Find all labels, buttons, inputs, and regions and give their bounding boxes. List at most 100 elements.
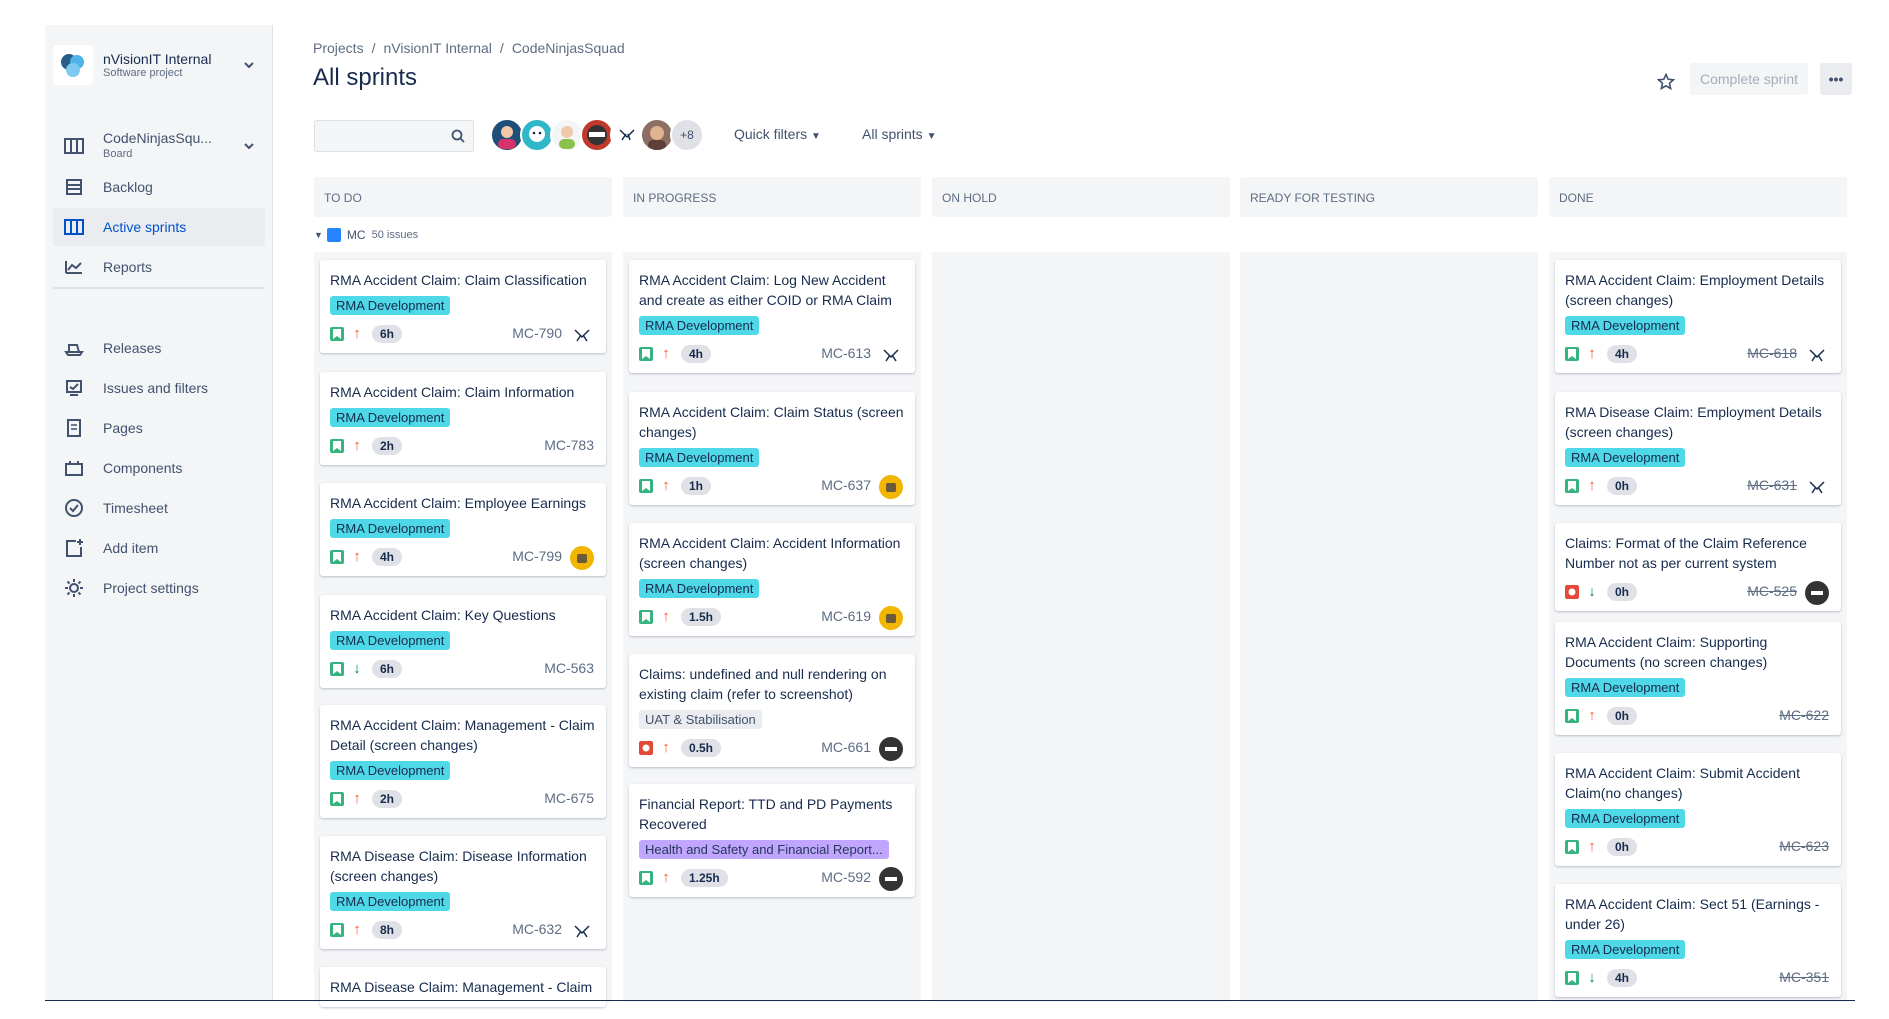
story-icon	[1565, 709, 1579, 723]
issue-card[interactable]: RMA Disease Claim: Management - Claim	[320, 967, 606, 1007]
issue-card[interactable]: RMA Accident Claim: Claim Classification…	[320, 260, 606, 353]
issue-card[interactable]: RMA Accident Claim: Claim Status (screen…	[629, 392, 915, 505]
issue-card[interactable]: Financial Report: TTD and PD Payments Re…	[629, 784, 915, 897]
issue-card[interactable]: RMA Accident Claim: Claim Information RM…	[320, 372, 606, 465]
board-name: CodeNinjasSqu...	[103, 130, 212, 146]
breadcrumb: Projects / nVisionIT Internal / CodeNinjasSq…	[313, 40, 625, 56]
issue-key[interactable]: MC-619	[821, 608, 871, 624]
issue-card[interactable]: RMA Accident Claim: Sect 51 (Earnings - …	[1555, 884, 1841, 997]
issue-key[interactable]: MC-661	[821, 739, 871, 755]
issue-key[interactable]: MC-613	[821, 345, 871, 361]
breadcrumb-board[interactable]: CodeNinjasSquad	[512, 40, 625, 56]
issue-key[interactable]: MC-622	[1779, 707, 1829, 723]
sidebar-item-project-settings[interactable]: Project settings	[53, 569, 265, 607]
issue-card[interactable]: RMA Accident Claim: Management - Claim D…	[320, 705, 606, 818]
avatar[interactable]	[490, 118, 524, 152]
issue-card[interactable]: RMA Accident Claim: Key Questions RMA De…	[320, 595, 606, 688]
issue-key[interactable]: MC-351	[1779, 969, 1829, 985]
card-title: Claims: Format of the Claim Reference Nu…	[1565, 535, 1807, 571]
avatar-more[interactable]: +8	[670, 118, 704, 152]
all-sprints-dropdown[interactable]: All sprints ▼	[862, 126, 936, 142]
estimate-badge: 4h	[1607, 969, 1638, 987]
estimate-badge: 1h	[681, 477, 712, 495]
avatar[interactable]	[520, 118, 554, 152]
issue-key[interactable]: MC-799	[512, 548, 562, 564]
gear-icon	[63, 577, 85, 599]
sidebar-item-reports[interactable]: Reports	[53, 248, 265, 286]
sidebar-item-issues[interactable]: Issues and filters	[53, 369, 265, 407]
issue-key[interactable]: MC-632	[512, 921, 562, 937]
story-icon	[1565, 347, 1579, 361]
sidebar-item-releases[interactable]: Releases	[53, 329, 265, 367]
avatar[interactable]	[879, 867, 903, 891]
avatar[interactable]	[1805, 475, 1829, 499]
issue-card[interactable]: RMA Accident Claim: Accident Information…	[629, 523, 915, 636]
avatar[interactable]	[570, 546, 594, 570]
card-title: RMA Accident Claim: Supporting Documents…	[1565, 634, 1768, 670]
sidebar-item-pages[interactable]: Pages	[53, 409, 265, 447]
more-options-icon[interactable]: •••	[1820, 63, 1852, 95]
swimlane-header[interactable]: ▼ MC 50 issues	[314, 228, 418, 242]
star-icon[interactable]	[1654, 70, 1678, 94]
estimate-badge: 0h	[1607, 707, 1638, 725]
issue-card[interactable]: RMA Disease Claim: Disease Information (…	[320, 836, 606, 949]
issue-key[interactable]: MC-637	[821, 477, 871, 493]
sidebar-item-label: Add item	[103, 540, 159, 556]
card-title: Claims: undefined and null rendering on …	[639, 666, 887, 702]
issue-card[interactable]: Claims: undefined and null rendering on …	[629, 654, 915, 767]
avatar[interactable]	[879, 343, 903, 367]
story-icon	[1565, 479, 1579, 493]
avatar[interactable]	[550, 118, 584, 152]
quick-filters-dropdown[interactable]: Quick filters ▼	[734, 126, 821, 142]
sidebar-item-components[interactable]: Components	[53, 449, 265, 487]
priority-low-icon: ↓	[1588, 969, 1596, 986]
priority-high-icon: ↑	[1588, 838, 1596, 855]
sidebar-item-backlog[interactable]: Backlog	[53, 168, 265, 206]
card-title: RMA Accident Claim: Key Questions	[330, 607, 556, 623]
board-switcher[interactable]: CodeNinjasSqu... Board	[53, 127, 265, 165]
complete-sprint-button[interactable]: Complete sprint	[1690, 63, 1808, 95]
avatar[interactable]	[610, 118, 644, 152]
card-label: RMA Development	[1565, 809, 1686, 828]
search-input[interactable]	[314, 120, 474, 152]
issue-key[interactable]: MC-783	[544, 437, 594, 453]
issue-key[interactable]: MC-525	[1747, 583, 1797, 599]
breadcrumb-project[interactable]: nVisionIT Internal	[383, 40, 491, 56]
chevron-down-icon[interactable]	[241, 57, 257, 73]
issue-key[interactable]: MC-563	[544, 660, 594, 676]
sidebar: nVisionIT Internal Software project Code…	[45, 25, 273, 1000]
issue-key[interactable]: MC-592	[821, 869, 871, 885]
avatar[interactable]	[580, 118, 614, 152]
issue-card[interactable]: RMA Accident Claim: Employee Earnings RM…	[320, 483, 606, 576]
card-label: RMA Development	[1565, 678, 1686, 697]
sidebar-item-add-item[interactable]: Add item	[53, 529, 265, 567]
avatar[interactable]	[879, 475, 903, 499]
chevron-down-icon[interactable]	[241, 138, 257, 154]
sidebar-item-label: Releases	[103, 340, 162, 356]
issue-card[interactable]: RMA Accident Claim: Submit Accident Clai…	[1555, 753, 1841, 866]
sidebar-item-active-sprints[interactable]: Active sprints	[53, 208, 265, 246]
breadcrumb-projects[interactable]: Projects	[313, 40, 364, 56]
avatar[interactable]	[1805, 343, 1829, 367]
issue-card[interactable]: RMA Accident Claim: Employment Details (…	[1555, 260, 1841, 373]
sidebar-item-timesheet[interactable]: Timesheet	[53, 489, 265, 527]
avatar[interactable]	[1805, 581, 1829, 605]
project-switcher[interactable]: nVisionIT Internal Software project	[53, 43, 265, 87]
priority-high-icon: ↑	[662, 869, 670, 886]
issue-key[interactable]: MC-623	[1779, 838, 1829, 854]
bug-icon	[639, 741, 653, 755]
issue-key[interactable]: MC-618	[1747, 345, 1797, 361]
avatar[interactable]	[570, 919, 594, 943]
issue-card[interactable]: RMA Disease Claim: Employment Details (s…	[1555, 392, 1841, 505]
issue-key[interactable]: MC-790	[512, 325, 562, 341]
avatar[interactable]	[570, 323, 594, 347]
avatar[interactable]	[640, 118, 674, 152]
issue-card[interactable]: RMA Accident Claim: Supporting Documents…	[1555, 622, 1841, 735]
issue-key[interactable]: MC-631	[1747, 477, 1797, 493]
issue-card[interactable]: Claims: Format of the Claim Reference Nu…	[1555, 523, 1841, 611]
issue-key[interactable]: MC-675	[544, 790, 594, 806]
avatar[interactable]	[879, 737, 903, 761]
story-icon	[639, 871, 653, 885]
avatar[interactable]	[879, 606, 903, 630]
issue-card[interactable]: RMA Accident Claim: Log New Accident and…	[629, 260, 915, 373]
